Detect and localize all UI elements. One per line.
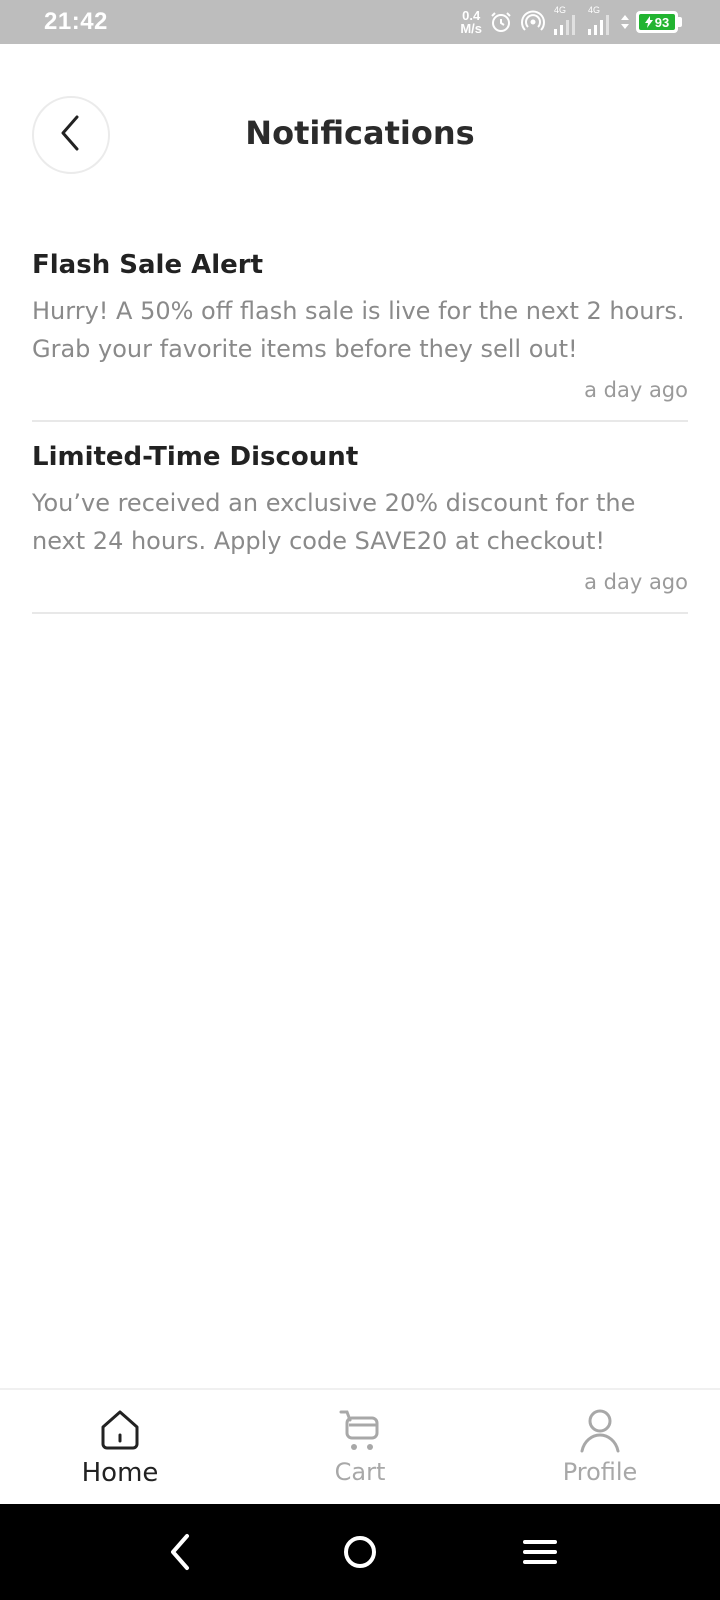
notification-item[interactable]: Flash Sale Alert Hurry! A 50% off flash … [32, 248, 688, 422]
nav-item-cart[interactable]: Cart [240, 1390, 480, 1504]
system-nav-bar [0, 1504, 720, 1600]
status-icons: 0.4 M/s 4G 4G 93 [460, 5, 682, 38]
nav-label-cart: Cart [334, 1458, 386, 1486]
bottom-nav: Home Cart Profile [0, 1388, 720, 1504]
notification-item[interactable]: Limited-Time Discount You’ve received an… [32, 440, 688, 614]
page-title: Notifications [245, 114, 475, 152]
hotspot-icon [520, 9, 546, 35]
battery-charging-icon: 93 [636, 11, 682, 33]
home-icon [96, 1406, 144, 1454]
data-arrows-icon [620, 9, 630, 35]
back-icon[interactable] [150, 1522, 210, 1582]
home-circle-icon[interactable] [330, 1522, 390, 1582]
status-time: 21:42 [44, 8, 108, 35]
notification-body: You’ve received an exclusive 20% discoun… [32, 489, 636, 555]
notification-body: Hurry! A 50% off flash sale is live for … [32, 297, 685, 363]
signal-icon: 4G [552, 5, 580, 37]
nav-item-profile[interactable]: Profile [480, 1390, 720, 1504]
nav-label-home: Home [81, 1458, 159, 1488]
network-speed-unit: M/s [460, 21, 482, 36]
cart-icon [336, 1406, 384, 1454]
signal-icon: 4G [586, 5, 614, 37]
menu-icon[interactable] [510, 1522, 570, 1582]
battery-level: 93 [654, 14, 670, 30]
notification-time: a day ago [584, 378, 688, 402]
notification-title: Limited-Time Discount [32, 442, 359, 472]
header: Notifications [0, 94, 720, 174]
notification-title: Flash Sale Alert [32, 250, 264, 280]
status-bar: 21:42 0.4 M/s 4G 4G 93 [0, 0, 720, 44]
alarm-icon [488, 9, 514, 35]
nav-label-profile: Profile [562, 1458, 638, 1486]
nav-item-home[interactable]: Home [0, 1390, 240, 1504]
profile-icon [576, 1406, 624, 1454]
network-speed: 0.4 M/s [460, 9, 482, 35]
notification-time: a day ago [584, 570, 688, 594]
notification-list: Flash Sale Alert Hurry! A 50% off flash … [32, 248, 688, 632]
